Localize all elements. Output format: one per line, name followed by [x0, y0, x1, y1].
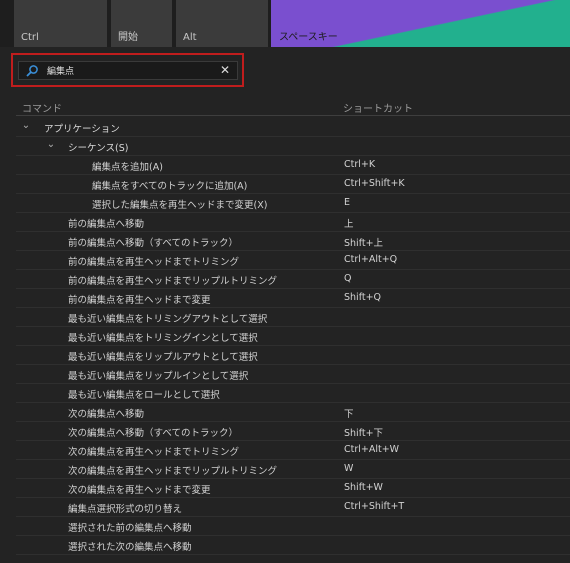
- table-row[interactable]: 前の編集点を再生ヘッドまでトリミング Ctrl+Alt+Q: [16, 251, 570, 270]
- key-label: スペースキー: [279, 32, 338, 43]
- table-row[interactable]: 次の編集点へ移動 下: [16, 403, 570, 422]
- command-label: 次の編集点を再生ヘッドまで変更: [68, 485, 211, 496]
- search-icon: [26, 65, 38, 77]
- table-row[interactable]: 最も近い編集点をリップルアウトとして選択: [16, 346, 570, 365]
- search-input[interactable]: [47, 63, 207, 78]
- command-label: 最も近い編集点をトリミングインとして選択: [68, 333, 258, 344]
- table-row[interactable]: 前の編集点へ移動 上: [16, 213, 570, 232]
- table-row[interactable]: 次の編集点へ移動（すべてのトラック） Shift+下: [16, 422, 570, 441]
- shortcut-label[interactable]: Ctrl+Alt+W: [344, 444, 399, 455]
- command-label: 最も近い編集点をリップルインとして選択: [68, 371, 249, 382]
- divider: [16, 115, 570, 116]
- key-alt[interactable]: Alt: [176, 0, 268, 47]
- shortcut-label[interactable]: W: [344, 463, 353, 474]
- command-label: 次の編集点へ移動（すべてのトラック）: [68, 428, 238, 439]
- close-icon[interactable]: ✕: [218, 63, 232, 78]
- table-row[interactable]: 編集点をすべてのトラックに追加(A) Ctrl+Shift+K: [16, 175, 570, 194]
- column-header-shortcut[interactable]: ショートカット: [343, 100, 413, 115]
- table-row[interactable]: 前の編集点を再生ヘッドまでリップルトリミング Q: [16, 270, 570, 289]
- shortcut-label[interactable]: 下: [344, 406, 354, 420]
- table-row[interactable]: 編集点を追加(A) Ctrl+K: [16, 156, 570, 175]
- command-label: 次の編集点へ移動: [68, 409, 145, 420]
- chevron-down-icon[interactable]: ⌄: [46, 140, 56, 150]
- table-row[interactable]: 前の編集点を再生ヘッドまで変更 Shift+Q: [16, 289, 570, 308]
- command-label: 前の編集点へ移動: [68, 219, 145, 230]
- key-ctrl[interactable]: Ctrl: [14, 0, 107, 47]
- shortcut-label[interactable]: Ctrl+K: [344, 159, 375, 170]
- shortcut-label[interactable]: Ctrl+Shift+T: [344, 501, 404, 512]
- command-label: 次の編集点を再生ヘッドまでリップルトリミング: [68, 466, 278, 477]
- table-row[interactable]: 前の編集点へ移動（すべてのトラック） Shift+上: [16, 232, 570, 251]
- key-space[interactable]: スペースキー: [271, 0, 570, 47]
- shortcut-label[interactable]: Q: [344, 273, 351, 284]
- key-start[interactable]: 開始: [111, 0, 172, 47]
- command-label: 前の編集点を再生ヘッドまでリップルトリミング: [68, 276, 278, 287]
- shortcut-label[interactable]: Shift+下: [344, 425, 383, 439]
- command-label: 選択された次の編集点へ移動: [68, 542, 192, 553]
- keyboard-strip: Ctrl 開始 Alt スペースキー: [0, 0, 570, 47]
- table-row[interactable]: 編集点選択形式の切り替え Ctrl+Shift+T: [16, 498, 570, 517]
- shortcut-label[interactable]: Shift+W: [344, 482, 383, 493]
- command-label: 編集点をすべてのトラックに追加(A): [92, 181, 248, 192]
- key-label: Ctrl: [21, 32, 39, 43]
- table-row[interactable]: 次の編集点を再生ヘッドまでリップルトリミング W: [16, 460, 570, 479]
- command-label: 編集点を追加(A): [92, 162, 163, 173]
- command-label: 選択された前の編集点へ移動: [68, 523, 192, 534]
- command-label: 前の編集点を再生ヘッドまでトリミング: [68, 257, 240, 268]
- shortcut-label[interactable]: Shift+上: [344, 235, 383, 249]
- table-row[interactable]: 選択した編集点を再生ヘッドまで変更(X) E: [16, 194, 570, 213]
- group-label: シーケンス(S): [68, 143, 129, 154]
- search-highlight: ✕: [11, 53, 244, 87]
- command-label: 編集点選択形式の切り替え: [68, 504, 183, 515]
- key-label: 開始: [118, 32, 138, 43]
- chevron-down-icon[interactable]: ⌄: [21, 121, 31, 131]
- shortcut-label[interactable]: 上: [344, 216, 354, 230]
- table-row[interactable]: 次の編集点を再生ヘッドまでトリミング Ctrl+Alt+W: [16, 441, 570, 460]
- search-box[interactable]: ✕: [18, 61, 238, 80]
- command-label: 前の編集点へ移動（すべてのトラック）: [68, 238, 238, 249]
- command-label: 最も近い編集点をロールとして選択: [68, 390, 220, 401]
- shortcut-label[interactable]: Shift+Q: [344, 292, 381, 303]
- table-row[interactable]: 最も近い編集点をロールとして選択: [16, 384, 570, 403]
- shortcut-label[interactable]: Ctrl+Alt+Q: [344, 254, 397, 265]
- table-row[interactable]: 次の編集点を再生ヘッドまで変更 Shift+W: [16, 479, 570, 498]
- shortcut-label[interactable]: E: [344, 197, 350, 208]
- table-row[interactable]: 最も近い編集点をリップルインとして選択: [16, 365, 570, 384]
- key-label: Alt: [183, 32, 197, 43]
- command-label: 最も近い編集点をトリミングアウトとして選択: [68, 314, 268, 325]
- command-label: 前の編集点を再生ヘッドまで変更: [68, 295, 211, 306]
- group-label: アプリケーション: [44, 124, 120, 135]
- table-row[interactable]: 最も近い編集点をトリミングアウトとして選択: [16, 308, 570, 327]
- column-header-command[interactable]: コマンド: [22, 100, 62, 115]
- tree-group-application[interactable]: ⌄ アプリケーション: [16, 118, 570, 137]
- table-row[interactable]: 選択された前の編集点へ移動: [16, 517, 570, 536]
- command-label: 選択した編集点を再生ヘッドまで変更(X): [92, 200, 268, 211]
- command-label: 次の編集点を再生ヘッドまでトリミング: [68, 447, 240, 458]
- table-row[interactable]: 最も近い編集点をトリミングインとして選択: [16, 327, 570, 346]
- command-label: 最も近い編集点をリップルアウトとして選択: [68, 352, 258, 363]
- command-tree: ⌄ アプリケーション ⌄ シーケンス(S) 編集点を追加(A) Ctrl+K 編集…: [16, 118, 570, 555]
- tree-group-sequence[interactable]: ⌄ シーケンス(S): [16, 137, 570, 156]
- table-row[interactable]: 選択された次の編集点へ移動: [16, 536, 570, 555]
- shortcut-label[interactable]: Ctrl+Shift+K: [344, 178, 405, 189]
